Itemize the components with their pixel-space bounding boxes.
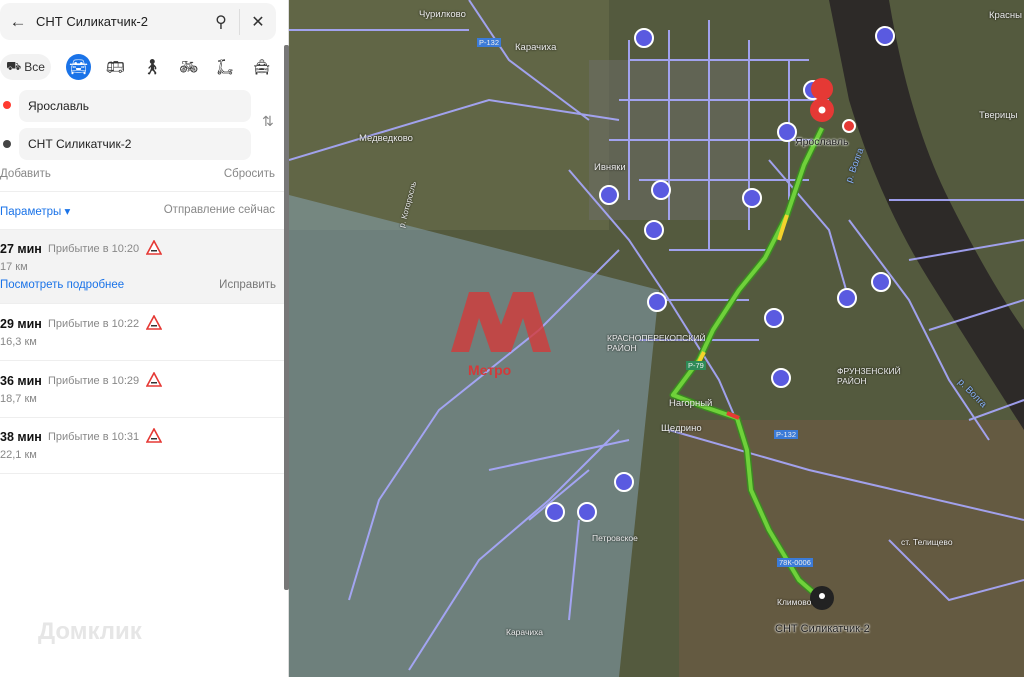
route-option[interactable]: 27 мин Прибытие в 10:20 17 км Посмотреть…: [0, 230, 284, 304]
destination-label: СНТ Силикатчик-2: [775, 623, 870, 635]
map-label: Ивняки: [594, 162, 626, 173]
map-label: Карачиха: [515, 42, 557, 53]
route-details-link[interactable]: Посмотреть подробнее: [0, 279, 124, 291]
mode-taxi-button[interactable]: 🚖︎: [243, 58, 280, 76]
cars-icon: ⛟: [6, 59, 22, 73]
route-panel: ← СНТ Силикатчик-2 ⚲ ✕ ⛟ Все 🚘︎ 🚌︎ 🚶︎ 🚲︎ …: [0, 0, 289, 677]
reset-link[interactable]: Сбросить: [224, 168, 275, 180]
end-dot-icon: [3, 140, 11, 148]
road-warning-icon: [146, 315, 162, 330]
route-option[interactable]: 36 мин Прибытие в 10:29 18,7 км: [0, 362, 284, 418]
map-label: Климово: [777, 597, 812, 607]
map-label: Нагорный: [669, 398, 713, 409]
route-option[interactable]: 38 мин Прибытие в 10:31 22,1 км: [0, 418, 284, 474]
map-label: Карачиха: [506, 627, 544, 637]
road-shield: Р-132: [774, 430, 799, 439]
departure-time-button[interactable]: Отправление сейчас: [164, 204, 275, 216]
domclick-watermark: Домклик: [38, 618, 142, 645]
scrollbar[interactable]: [284, 45, 289, 590]
search-bar: ← СНТ Силикатчик-2 ⚲ ✕: [0, 3, 276, 40]
location-dot-icon: [842, 119, 856, 133]
search-input[interactable]: СНТ Силикатчик-2: [36, 14, 203, 29]
mode-bike-button[interactable]: 🚲︎: [170, 58, 207, 76]
map-view[interactable]: Метро Чурилково Карачиха Медведково р. К…: [289, 0, 1024, 677]
metro-watermark: Метро: [468, 362, 512, 378]
route-option[interactable]: 29 мин Прибытие в 10:22 16,3 км: [0, 305, 284, 361]
map-label: ст. Телищево: [901, 537, 953, 547]
transport-modes: ⛟ Все 🚘︎ 🚌︎ 🚶︎ 🚲︎ 🛴︎ 🚖︎: [0, 53, 280, 81]
map-label: Медведково: [359, 133, 413, 144]
search-icon[interactable]: ⚲: [203, 12, 239, 32]
start-dot-icon: [3, 101, 11, 109]
mode-car-button[interactable]: 🚘︎: [66, 54, 92, 80]
map-label: КРАСНОПЕРЕКОПСКИЙ РАЙОН: [607, 333, 706, 353]
close-icon[interactable]: ✕: [240, 12, 276, 32]
map-label: Петровское: [592, 533, 638, 543]
from-input[interactable]: Ярославль: [19, 90, 251, 122]
road-shield: 78К-0006: [777, 558, 813, 567]
fix-route-link[interactable]: Исправить: [219, 279, 276, 291]
swap-icon[interactable]: ⇅: [262, 113, 274, 130]
map-label: Щедрино: [661, 423, 702, 434]
back-arrow-icon[interactable]: ←: [0, 12, 36, 32]
map-label: Ярославль: [795, 136, 849, 148]
map-label: Красны: [989, 10, 1022, 21]
mode-bus-button[interactable]: 🚌︎: [97, 58, 134, 76]
mode-walk-button[interactable]: 🚶︎: [134, 58, 171, 76]
map-label: Тверицы: [979, 110, 1018, 121]
road-shield: Р-132: [477, 38, 502, 47]
road-warning-icon: [146, 240, 162, 255]
road-warning-icon: [146, 372, 162, 387]
add-point-link[interactable]: Добавить: [0, 168, 51, 180]
road-warning-icon: [146, 428, 162, 443]
mode-scooter-button[interactable]: 🛴︎: [207, 58, 244, 76]
params-dropdown[interactable]: Параметры ▾: [0, 204, 70, 218]
mode-all-button[interactable]: ⛟ Все: [0, 54, 52, 80]
map-label: ФРУНЗЕНСКИЙ РАЙОН: [837, 366, 901, 386]
to-input[interactable]: СНТ Силикатчик-2: [19, 128, 251, 160]
map-label: Чурилково: [419, 9, 466, 20]
road-shield: Р-79: [686, 361, 706, 370]
divider: [0, 191, 289, 192]
